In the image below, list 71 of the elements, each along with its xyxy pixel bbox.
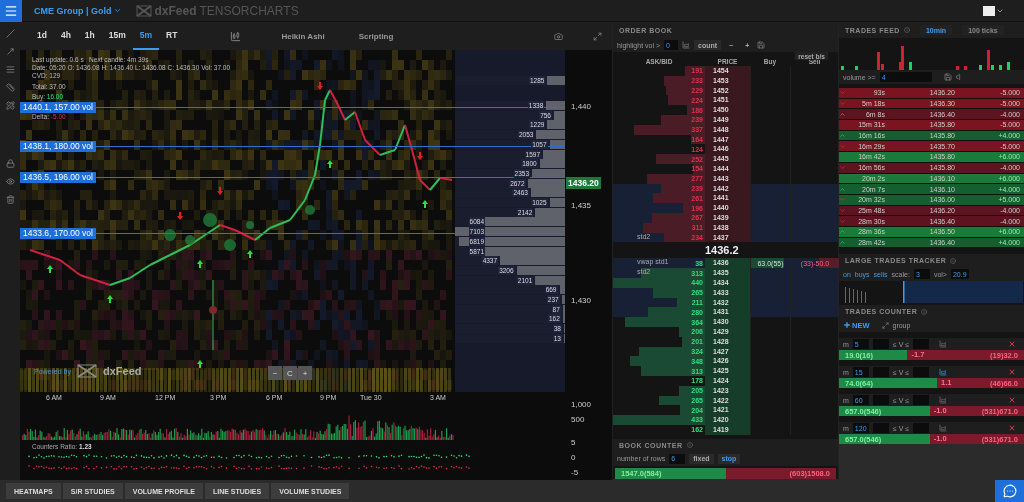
lines-tool-icon[interactable] xyxy=(5,65,15,74)
timeframe-tab[interactable]: 5m xyxy=(132,22,160,50)
arrow-tool-icon[interactable] xyxy=(5,47,15,56)
ratio-axis-label: -5 xyxy=(571,468,579,477)
level-label[interactable]: 1440.1, 157.00 vol xyxy=(20,102,96,113)
area-chart-icon[interactable] xyxy=(682,41,690,49)
menu-icon xyxy=(4,3,18,18)
ratio-axis-label: 0 xyxy=(571,453,576,462)
chat-icon xyxy=(1002,484,1017,498)
info-icon xyxy=(921,308,928,315)
lock-icon[interactable] xyxy=(5,159,15,168)
camera-icon[interactable] xyxy=(554,31,563,41)
area-chart-icon[interactable] xyxy=(939,396,948,405)
timeframe-tab[interactable]: RT xyxy=(159,22,185,50)
area-chart-icon[interactable] xyxy=(939,368,948,377)
mid-price: 1436.2 xyxy=(705,244,740,257)
eye-icon[interactable] xyxy=(5,177,15,186)
price-axis-label: 1,435 xyxy=(571,201,592,210)
caret-icon xyxy=(112,6,122,15)
max-volume-field[interactable] xyxy=(913,395,930,406)
info-icon xyxy=(686,442,693,449)
chart-mode-button[interactable]: Heikin Ashi xyxy=(281,31,325,41)
info-icon xyxy=(903,27,910,33)
level-label[interactable]: 1433.6, 170.00 vol xyxy=(20,228,96,239)
price-axis-label: 1,440 xyxy=(571,102,592,111)
info-icon xyxy=(950,257,957,264)
timeframe-tab[interactable]: 15m xyxy=(101,22,133,50)
max-volume-field[interactable] xyxy=(913,423,930,434)
level-label[interactable]: 1438.1, 180.00 vol xyxy=(20,141,96,152)
plus-icon xyxy=(843,321,851,330)
volume-axis-label: 500 xyxy=(571,415,585,424)
max-volume-field[interactable] xyxy=(913,339,930,350)
menu-button[interactable] xyxy=(0,0,22,22)
save-icon[interactable] xyxy=(757,41,766,49)
current-price-tag: 1436.20 xyxy=(566,177,601,189)
close-icon[interactable] xyxy=(1008,368,1016,377)
timeframe-tab[interactable]: 4h xyxy=(53,22,78,50)
volume-axis-label: 1,000 xyxy=(571,400,592,409)
expand-icon[interactable] xyxy=(593,31,602,41)
line-tool-icon[interactable] xyxy=(5,29,15,38)
min-volume-field[interactable] xyxy=(872,367,889,378)
timeframe-tab[interactable]: 1h xyxy=(77,22,102,50)
min-volume-field[interactable] xyxy=(872,395,889,406)
save-icon[interactable] xyxy=(943,73,952,81)
level-label[interactable]: 1436.5, 196.00 vol xyxy=(20,172,96,183)
candlestick-icon[interactable] xyxy=(230,30,242,42)
trash-icon[interactable] xyxy=(5,195,15,204)
logo-icon xyxy=(76,364,97,378)
zoom-button[interactable]: − xyxy=(268,366,282,380)
max-volume-field[interactable] xyxy=(913,367,930,378)
chat-button[interactable] xyxy=(995,480,1024,502)
powered-by-brand: dxFeed xyxy=(102,365,142,377)
chart-mode-button[interactable]: Scripting xyxy=(358,31,394,41)
timeframe-tab[interactable]: 1d xyxy=(30,22,54,50)
ruler-icon[interactable] xyxy=(5,83,15,92)
layout-dropdown[interactable] xyxy=(983,5,1004,16)
area-chart-icon[interactable] xyxy=(939,424,948,433)
area-chart-icon[interactable] xyxy=(939,340,948,349)
instrument-selector[interactable]: CME Group | Gold xyxy=(34,5,122,16)
min-volume-field[interactable] xyxy=(872,423,889,434)
logo-icon xyxy=(135,4,152,17)
zoom-button[interactable]: + xyxy=(298,366,312,380)
close-icon[interactable] xyxy=(1008,396,1016,405)
close-icon[interactable] xyxy=(1008,424,1016,433)
ratio-axis-label: 5 xyxy=(571,438,576,447)
min-volume-field[interactable] xyxy=(872,339,889,350)
price-axis-label: 1,430 xyxy=(571,296,592,305)
zoom-button[interactable]: C xyxy=(283,366,297,380)
pencil-ruler-icon[interactable] xyxy=(5,101,15,110)
close-icon[interactable] xyxy=(1008,340,1016,349)
expand-icon[interactable] xyxy=(881,321,889,329)
